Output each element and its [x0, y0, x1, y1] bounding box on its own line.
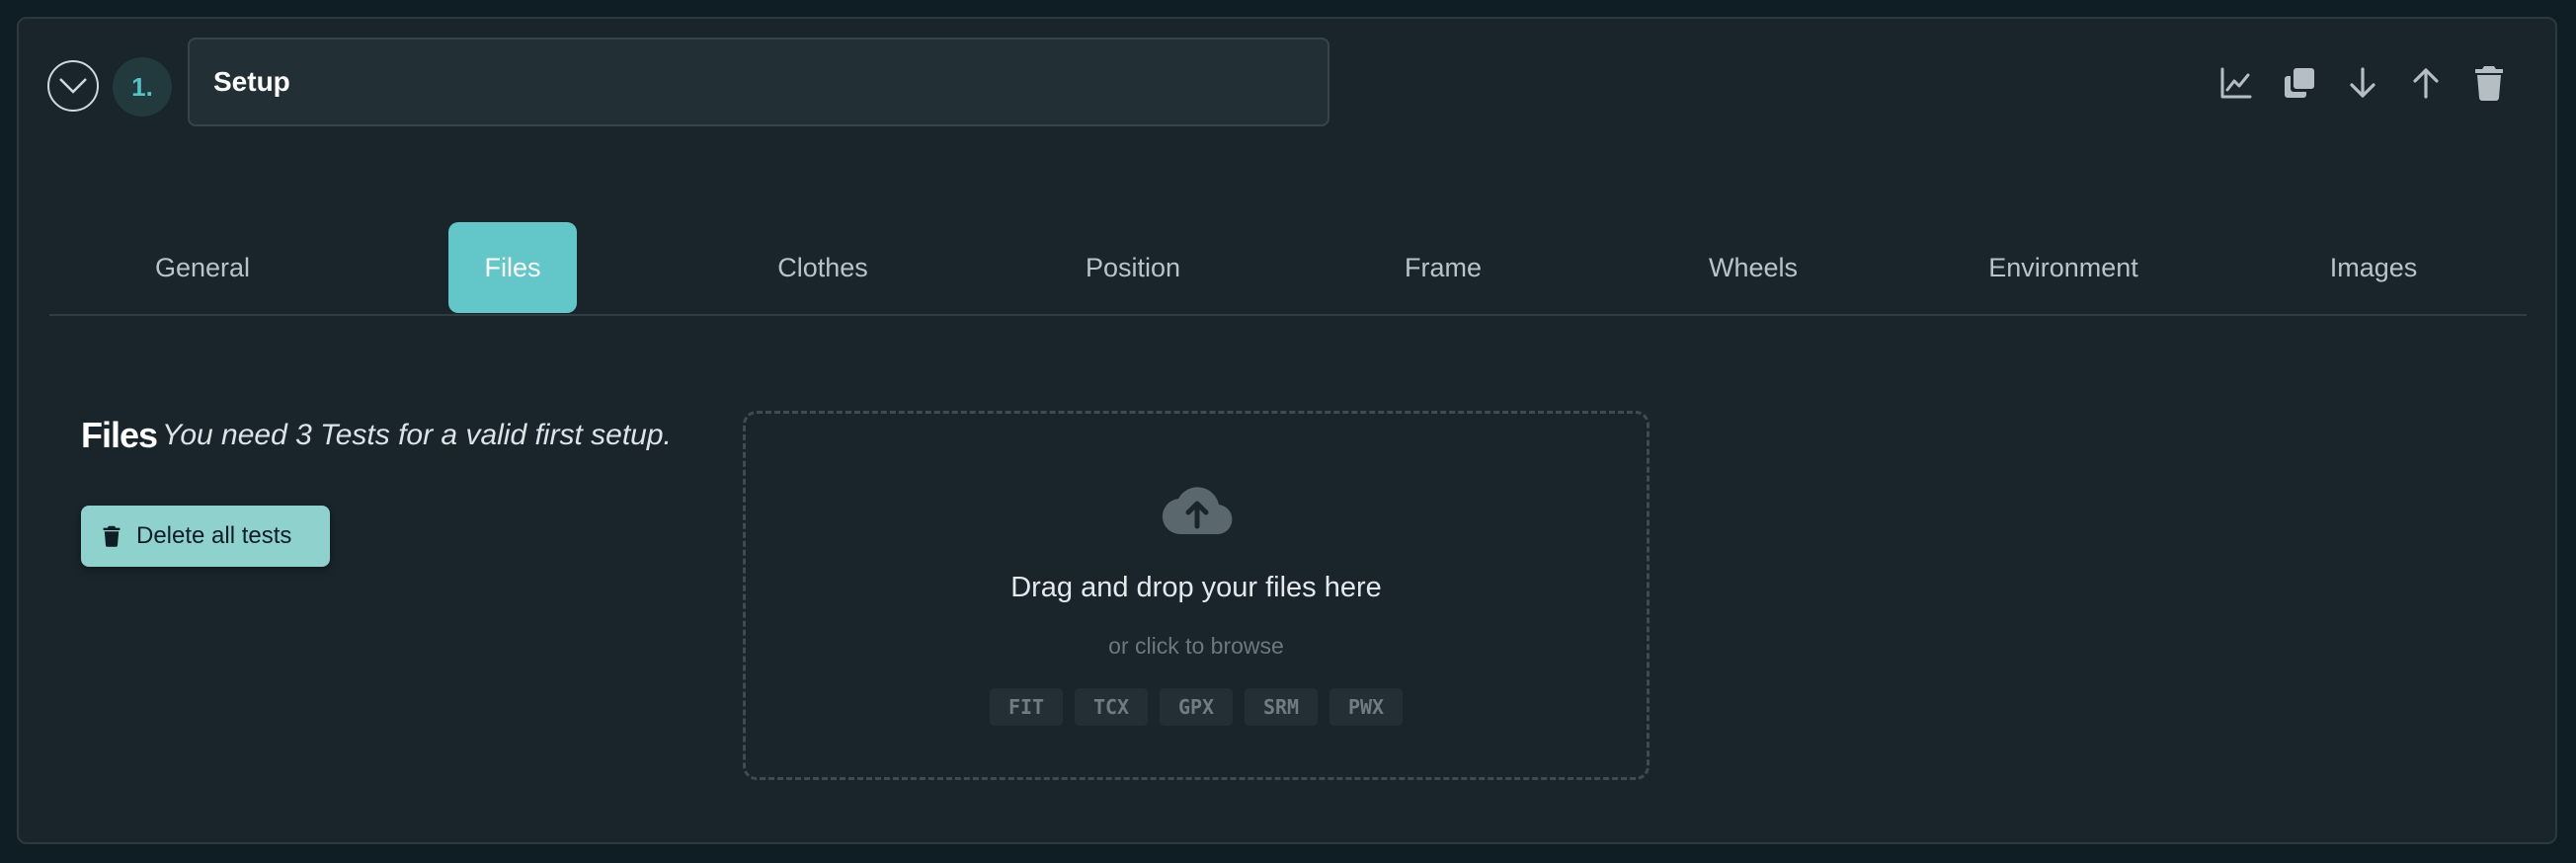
- chart-line-icon: [2220, 67, 2252, 99]
- tab-files[interactable]: Files: [448, 222, 577, 313]
- chevron-down-icon: [59, 78, 87, 94]
- tab-frame[interactable]: Frame: [1379, 222, 1507, 313]
- tab-general[interactable]: General: [138, 222, 267, 313]
- chart-button[interactable]: [2216, 61, 2256, 105]
- collapse-toggle-button[interactable]: [47, 60, 99, 112]
- tab-bar: General Files Clothes Position Frame Whe…: [49, 219, 2527, 316]
- move-up-icon: [2413, 68, 2439, 99]
- format-badge-tcx: TCX: [1075, 688, 1148, 726]
- delete-setup-button[interactable]: [2469, 61, 2509, 105]
- tab-clothes[interactable]: Clothes: [759, 222, 887, 313]
- trash-icon: [2475, 66, 2503, 101]
- delete-all-tests-label: Delete all tests: [136, 522, 292, 549]
- files-requirement-hint: You need 3 Tests for a valid first setup…: [162, 419, 672, 451]
- files-section-title: Files: [81, 415, 158, 455]
- format-badge-gpx: GPX: [1160, 688, 1233, 726]
- move-up-button[interactable]: [2406, 61, 2446, 105]
- format-badge-srm: SRM: [1245, 688, 1318, 726]
- cloud-upload-icon: [1162, 487, 1233, 535]
- trash-icon: [103, 525, 121, 547]
- supported-formats: FIT TCX GPX SRM PWX: [746, 688, 1647, 726]
- duplicate-icon: [2285, 68, 2314, 98]
- tab-wheels[interactable]: Wheels: [1689, 222, 1817, 313]
- move-down-icon: [2350, 67, 2375, 98]
- tab-images[interactable]: Images: [2309, 222, 2438, 313]
- format-badge-fit: FIT: [990, 688, 1063, 726]
- duplicate-button[interactable]: [2280, 61, 2319, 105]
- tab-environment[interactable]: Environment: [1988, 222, 2138, 313]
- format-badge-pwx: PWX: [1329, 688, 1403, 726]
- setup-name-input[interactable]: [188, 38, 1329, 126]
- dropzone-title: Drag and drop your files here: [1010, 572, 1382, 603]
- step-number-badge: 1.: [113, 57, 172, 117]
- move-down-button[interactable]: [2343, 61, 2382, 105]
- file-dropzone[interactable]: Drag and drop your files here or click t…: [743, 411, 1650, 780]
- tab-position[interactable]: Position: [1069, 222, 1197, 313]
- delete-all-tests-button[interactable]: Delete all tests: [81, 506, 330, 567]
- dropzone-subtitle: or click to browse: [1108, 633, 1284, 659]
